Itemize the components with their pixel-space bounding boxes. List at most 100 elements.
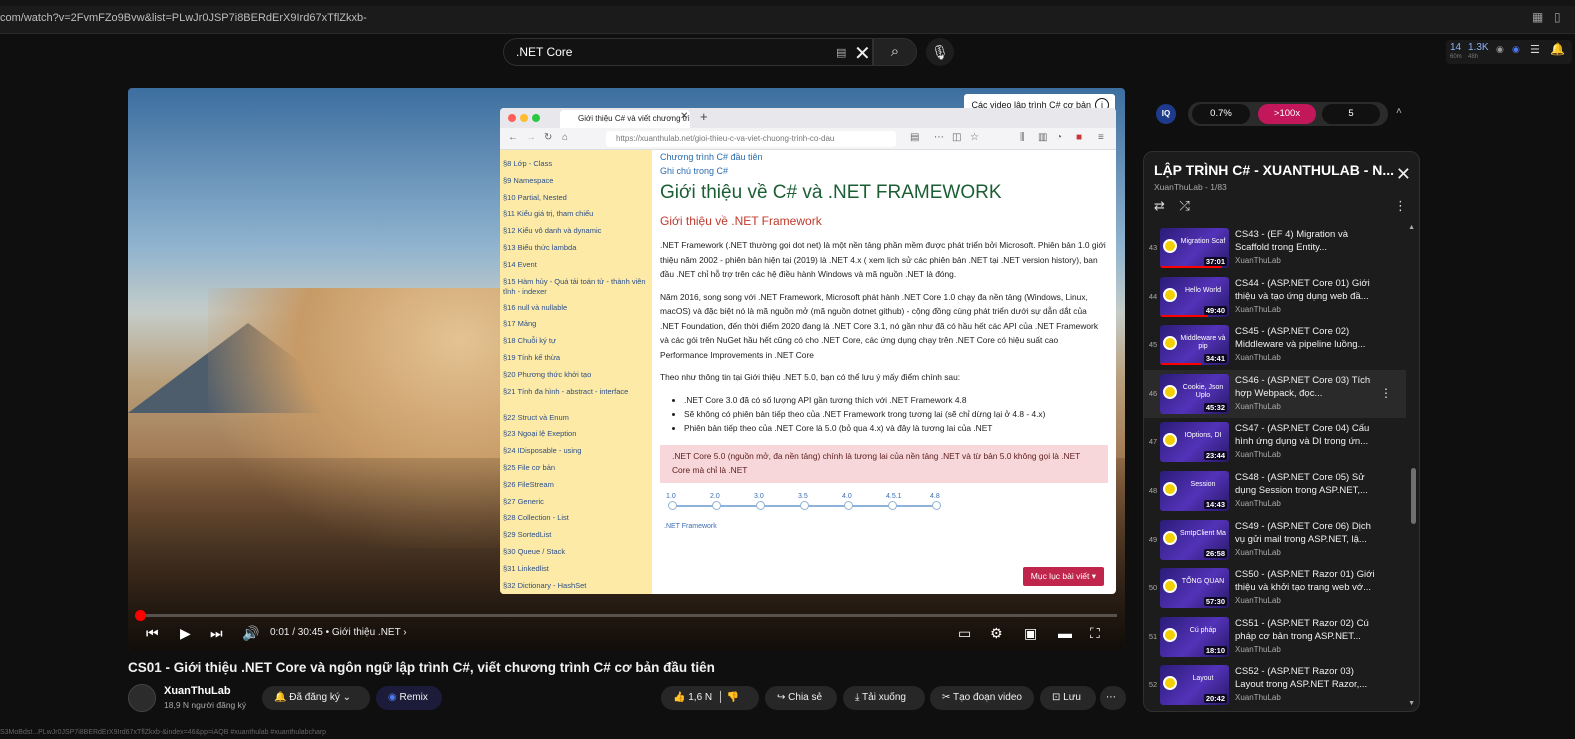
scroll-down-icon[interactable]: ▼ [1408, 700, 1415, 707]
save-button[interactable]: ⊡ Lưu [1040, 686, 1096, 710]
miniplayer-icon[interactable]: ▣ [1024, 622, 1037, 644]
volume-icon[interactable]: 🔊 [242, 622, 259, 644]
playlist-item-title[interactable]: CS52 - (ASP.NET Razor 03) Layout trong A… [1235, 665, 1375, 691]
playlist-item-title[interactable]: CS50 - (ASP.NET Razor 01) Giới thiệu và … [1235, 568, 1375, 594]
theater-mode-icon[interactable]: ▬ [1058, 622, 1072, 644]
thumbnail-caption: Middleware và pip [1180, 335, 1226, 351]
collapse-icon[interactable]: ˄ [1396, 106, 1402, 117]
playlist-item[interactable]: 49 SmtpClient Ma 26:58 CS49 - (ASP.NET Core… [1144, 516, 1406, 565]
next-icon[interactable]: ⏭ [210, 622, 223, 644]
iq-extension-icon[interactable]: ◉ [1512, 44, 1520, 55]
playlist-item[interactable]: 43 Migration Scaf 37:01 CS43 - (EF 4) Migra… [1144, 224, 1406, 273]
more-actions-button[interactable]: ⋯ [1100, 686, 1126, 710]
playlist-thumbnail[interactable]: Layout 20:42 [1160, 665, 1229, 706]
seek-bar[interactable] [135, 610, 1117, 621]
toc-item: §14 Event [503, 259, 537, 269]
playlist-thumbnail[interactable]: Migration Scaf 37:01 [1160, 228, 1229, 268]
playlist-more-icon[interactable]: ⋮ [1394, 198, 1407, 214]
playlist-title[interactable]: LẬP TRÌNH C# - XUANTHULAB - N... [1154, 162, 1394, 178]
subscribed-button[interactable]: 🔔 Đã đăng ký ⌄ [262, 686, 370, 710]
previous-icon[interactable]: ⏮ [146, 622, 159, 644]
loop-icon[interactable]: ⇄ [1154, 198, 1165, 213]
playlist-item[interactable]: 44 Hello World 49:40 CS44 - (ASP.NET Core 0… [1144, 273, 1406, 322]
iq-logo-icon[interactable]: IQ [1156, 104, 1176, 124]
iq-multiplier[interactable]: >100x [1258, 104, 1316, 124]
playlist-thumbnail[interactable]: IOptions, DI 23:44 [1160, 422, 1229, 463]
seek-handle[interactable] [135, 610, 146, 621]
iq-speed[interactable]: 0.7% [1192, 104, 1250, 124]
playlist-item[interactable]: 46 Cookie, Json Uplo 45:32 CS46 - (ASP.NET … [1144, 369, 1406, 419]
download-button[interactable]: ⤓ Tải xuống [843, 686, 925, 710]
address-bar-url[interactable]: com/watch?v=2FvmFZo9Bvw&list=PLwJr0JSP7i… [0, 12, 367, 24]
toc-item: §30 Queue / Stack [503, 546, 566, 556]
playlist-scrollbar[interactable] [1411, 468, 1416, 524]
clip-button[interactable]: ✂ Tạo đoạn video [930, 686, 1034, 710]
play-icon[interactable]: ▶ [180, 622, 191, 644]
subtitles-icon[interactable]: ▭ [958, 622, 971, 644]
notifications-icon[interactable]: 🔔 [1550, 42, 1565, 56]
playlist-thumbnail[interactable]: Hello World 49:40 [1160, 276, 1229, 317]
playlist-item[interactable]: 50 TỔNG QUAN 57:30 CS50 - (ASP.NET Razor 01… [1144, 564, 1406, 613]
playlist-thumbnail[interactable]: SmtpClient Ma 26:58 [1160, 519, 1229, 560]
iq-count[interactable]: 5 [1322, 104, 1380, 124]
stat-count-a-sub: 60m [1450, 54, 1462, 60]
library-icon: ⫼ [1020, 132, 1025, 143]
scroll-up-icon[interactable]: ▲ [1408, 224, 1415, 231]
extension-red-icon: ■ [1076, 132, 1083, 143]
queue-icon[interactable]: ☰ [1530, 43, 1540, 56]
clear-search-icon[interactable]: ✕ [854, 41, 871, 66]
playlist-item-title[interactable]: CS47 - (ASP.NET Core 04) Cấu hình ứng dụ… [1235, 422, 1375, 448]
playlist-item-title[interactable]: CS43 - (EF 4) Migration và Scaffold tron… [1235, 228, 1375, 254]
like-dislike-group[interactable]: 👍 1,6 N │ 👎 [661, 686, 759, 710]
bell-icon: 🔔 [274, 692, 287, 703]
search-button[interactable]: ⌕ [873, 38, 917, 66]
toc-item: §31 Linkedlist [503, 563, 549, 573]
fullscreen-icon[interactable]: ⛶ [1090, 622, 1100, 644]
timeline-node [888, 500, 897, 510]
dislike-icon[interactable]: 👎 [727, 692, 739, 703]
playlist-item[interactable]: 52 Layout 20:42 CS52 - (ASP.NET Razor 03) L… [1144, 661, 1406, 710]
channel-avatar[interactable] [128, 684, 156, 712]
csharp-logo-icon [1163, 384, 1177, 399]
split-view-icon[interactable]: ▯ [1554, 10, 1561, 24]
playlist-thumbnail[interactable]: Cookie, Json Uplo 45:32 [1160, 373, 1229, 414]
search-input[interactable]: .NET Core ▤ ✕ [503, 38, 873, 66]
shuffle-icon[interactable]: ⤮ [1179, 198, 1189, 213]
playlist-item-title[interactable]: CS45 - (ASP.NET Core 02) Middleware và p… [1235, 325, 1375, 351]
playlist-item-title[interactable]: CS46 - (ASP.NET Core 03) Tích hợp Webpac… [1235, 374, 1375, 400]
playlist-item[interactable]: 48 Session 14:43 CS48 - (ASP.NET Core 05) S… [1144, 467, 1406, 516]
playlist-thumbnail[interactable]: Cú pháp 18:10 [1160, 616, 1229, 657]
timeline-version: 4.5.1 [886, 492, 902, 500]
video-player[interactable]: Các video lập trình C# cơ bản i Giới thiệ… [128, 88, 1125, 650]
playlist-item-channel: XuanThuLab [1235, 304, 1281, 314]
share-button[interactable]: ↪ Chia sẻ [765, 686, 837, 710]
playlist-item-title[interactable]: CS49 - (ASP.NET Core 06) Dịch vụ gửi mai… [1235, 520, 1375, 546]
item-menu-icon[interactable]: ⋮ [1380, 386, 1392, 400]
thumbnail-caption: Hello World [1184, 286, 1222, 294]
keyboard-icon[interactable]: ▤ [836, 46, 846, 59]
extensions-icon[interactable]: ▦ [1532, 10, 1543, 24]
playlist-thumbnail[interactable]: Session 14:43 [1160, 470, 1229, 511]
playlist-item[interactable]: 47 IOptions, DI 23:44 CS47 - (ASP.NET Core … [1144, 418, 1406, 467]
playlist-thumbnail[interactable]: TỔNG QUAN 57:30 [1160, 568, 1229, 609]
playlist-item-title[interactable]: CS51 - (ASP.NET Razor 02) Cú pháp cơ bản… [1235, 617, 1375, 643]
csharp-logo-icon [1163, 287, 1177, 302]
playlist-item[interactable]: 45 Middleware và pip 34:41 CS45 - (ASP.NET … [1144, 321, 1406, 370]
like-icon[interactable]: 👍 [673, 692, 685, 703]
playlist-item-title[interactable]: CS44 - (ASP.NET Core 01) Giới thiệu và t… [1235, 277, 1375, 303]
remix-button[interactable]: ◉ Remix [376, 686, 442, 710]
playlist-thumbnail[interactable]: Middleware và pip 34:41 [1160, 325, 1229, 366]
playlist-item-title[interactable]: CS48 - (ASP.NET Core 05) Sử dụng Session… [1235, 471, 1375, 497]
playlist-item-channel: XuanThuLab [1235, 256, 1281, 265]
new-tab-icon: + [700, 109, 708, 124]
voice-search-button[interactable]: 🎙 [926, 38, 954, 66]
chapter-title[interactable]: • Giới thiệu .NET [326, 627, 401, 638]
timeline-version: 4.8 [930, 492, 940, 500]
pocket-icon: ◫ [952, 132, 962, 143]
channel-name[interactable]: XuanThuLab [164, 685, 231, 697]
settings-icon[interactable]: ⚙ [990, 622, 1003, 644]
video-duration: 34:41 [1203, 354, 1227, 364]
close-playlist-icon[interactable]: ✕ [1396, 164, 1411, 185]
playlist-item[interactable]: 51 Cú pháp 18:10 CS51 - (ASP.NET Razor 02) … [1144, 613, 1406, 662]
search-icon: ⌕ [890, 43, 900, 60]
